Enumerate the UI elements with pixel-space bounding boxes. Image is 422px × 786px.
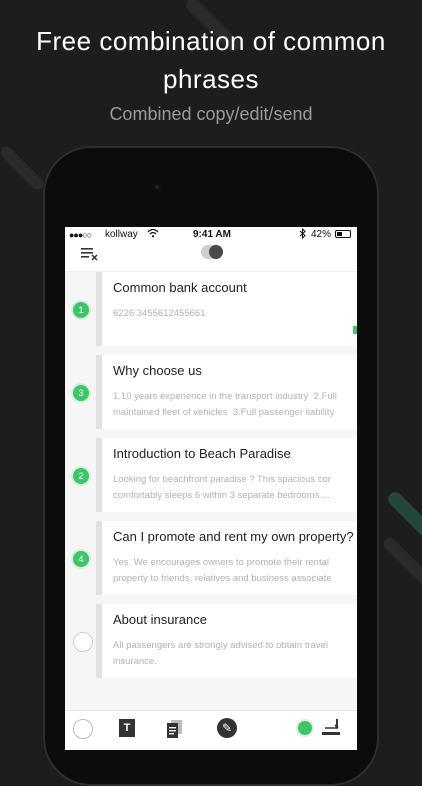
phrase-row[interactable]: 1 Common bank account 6226 3455612455661 xyxy=(65,272,357,348)
phrase-title: Why choose us xyxy=(113,363,202,378)
selection-order-badge[interactable]: 2 xyxy=(73,468,89,484)
phrase-title: Introduction to Beach Paradise xyxy=(113,446,291,461)
battery-percent: 42% xyxy=(311,229,332,240)
phrase-card[interactable]: Introduction to Beach Paradise Looking f… xyxy=(96,438,357,512)
phrase-body: Looking for beachfront paradise ? This s… xyxy=(113,474,331,501)
selected-marker xyxy=(353,326,357,334)
toggle-knob xyxy=(209,245,223,259)
phrase-row[interactable]: 4 Can I promote and rent my own property… xyxy=(65,521,357,597)
copy-icon[interactable] xyxy=(167,720,183,738)
phrase-row[interactable]: 3 Why choose us 1.10 years experience in… xyxy=(65,355,357,431)
phrase-body: Yes. We encourages owners to promote the… xyxy=(113,557,332,584)
phrase-title: Can I promote and rent my own property? xyxy=(113,529,354,544)
select-all-button[interactable] xyxy=(73,719,93,739)
selection-circle[interactable] xyxy=(73,632,93,652)
phrase-card[interactable]: Common bank account 6226 3455612455661 xyxy=(96,272,357,346)
phrase-card[interactable]: Why choose us 1.10 years experience in t… xyxy=(96,355,357,429)
selection-order-badge[interactable]: 1 xyxy=(73,302,89,318)
text-icon[interactable]: T xyxy=(119,719,135,737)
pencil-icon[interactable]: ✎ xyxy=(217,718,237,738)
mode-toggle[interactable] xyxy=(201,245,223,259)
subheadline: Combined copy/edit/send xyxy=(109,104,313,124)
list-close-icon[interactable] xyxy=(81,247,99,261)
decor-stripe xyxy=(0,143,47,193)
bottom-toolbar: T ✎ xyxy=(65,710,357,750)
phone-camera xyxy=(153,183,161,191)
bluetooth-icon xyxy=(299,227,307,242)
phrase-title: About insurance xyxy=(113,612,207,627)
decor-stripe xyxy=(381,535,422,589)
selection-order-badge[interactable]: 3 xyxy=(73,385,89,401)
status-bar: ●●●○○ kollway 9:41 AM 42% xyxy=(65,227,357,243)
phrase-title: Common bank account xyxy=(113,280,247,295)
phrase-card[interactable]: About insurance All passengers are stron… xyxy=(96,604,357,678)
phrase-body: 1.10 years experience in the transport i… xyxy=(113,391,337,418)
phrase-row[interactable]: About insurance All passengers are stron… xyxy=(65,604,357,680)
headline: Free combination of common phrases xyxy=(36,26,386,94)
app-screen: ●●●○○ kollway 9:41 AM 42% 1 Common bank … xyxy=(65,227,357,750)
phrase-body: 6226 3455612455661 xyxy=(113,308,206,319)
phrase-row[interactable]: 2 Introduction to Beach Paradise Looking… xyxy=(65,438,357,514)
top-toolbar xyxy=(65,243,357,272)
signal-icon: ●●●○○ xyxy=(69,230,92,240)
battery-icon xyxy=(335,230,351,238)
status-time: 9:41 AM xyxy=(193,229,231,240)
send-icon[interactable] xyxy=(322,719,340,737)
phrase-card[interactable]: Can I promote and rent my own property? … xyxy=(96,521,357,595)
carrier-label: kollway xyxy=(105,229,138,240)
phrase-body: All passengers are strongly advised to o… xyxy=(113,640,328,667)
selection-order-badge[interactable]: 4 xyxy=(73,551,89,567)
status-dot xyxy=(298,721,312,735)
wifi-icon xyxy=(147,228,159,241)
